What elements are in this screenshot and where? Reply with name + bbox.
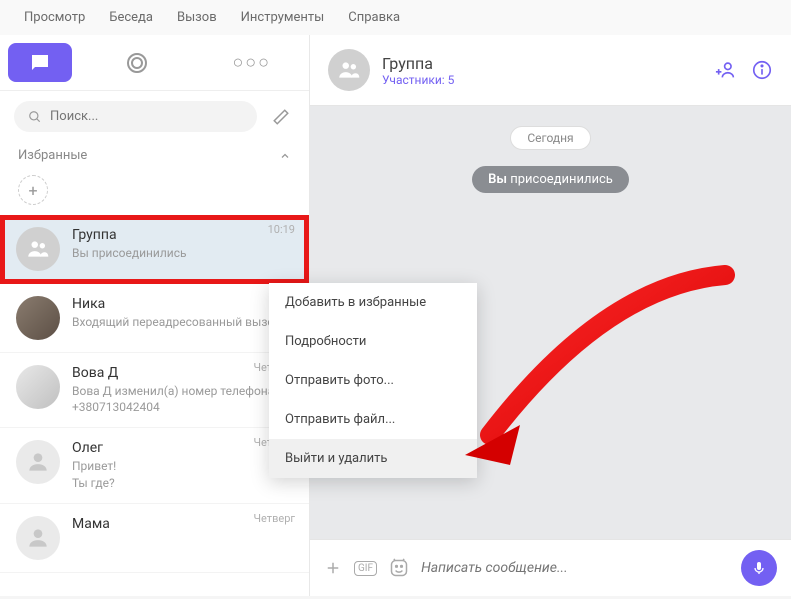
add-member-button[interactable] xyxy=(715,59,737,81)
chat-list: Группа Вы присоединились 10:19 Ника Вход… xyxy=(0,215,309,596)
target-icon xyxy=(125,51,149,75)
chat-item[interactable]: Вова Д Вова Д изменил(а) номер телефона … xyxy=(0,353,309,428)
menu-details[interactable]: Подробности xyxy=(269,322,477,361)
info-button[interactable] xyxy=(751,59,773,81)
chat-title: Группа xyxy=(382,54,703,73)
attach-button[interactable] xyxy=(324,559,342,577)
chat-name: Группа xyxy=(72,227,293,243)
tab-more[interactable]: ○○○ xyxy=(195,35,310,90)
menu-add-favorite[interactable]: Добавить в избранные xyxy=(269,283,477,322)
message-input[interactable] xyxy=(421,560,729,576)
chat-item-group[interactable]: Группа Вы присоединились 10:19 xyxy=(0,215,309,284)
search-input[interactable] xyxy=(50,109,243,124)
voice-button[interactable] xyxy=(741,550,777,586)
sticker-button[interactable] xyxy=(389,558,409,578)
chat-item[interactable]: Олег Привет! Ты где? Четверг xyxy=(0,428,309,503)
compose-button[interactable] xyxy=(267,103,295,131)
avatar xyxy=(16,296,60,340)
menu-send-photo[interactable]: Отправить фото... xyxy=(269,361,477,400)
menu-tools[interactable]: Инструменты xyxy=(241,10,325,25)
chat-preview: Вы присоединились xyxy=(72,245,293,261)
menu-call[interactable]: Вызов xyxy=(177,10,217,25)
search-icon xyxy=(28,110,42,124)
sticker-icon xyxy=(389,558,409,578)
add-favorite-button[interactable]: + xyxy=(18,175,48,205)
chat-item[interactable]: Ника Входящий переадресованный вызов xyxy=(0,284,309,353)
chat-name: Ника xyxy=(72,296,293,312)
menu-help[interactable]: Справка xyxy=(348,10,400,25)
person-icon xyxy=(25,449,51,475)
chat-item[interactable]: Мама Четверг xyxy=(0,504,309,573)
avatar xyxy=(328,49,370,91)
menu-view[interactable]: Просмотр xyxy=(24,10,85,25)
avatar xyxy=(16,440,60,484)
sidebar-tabs: ○○○ xyxy=(0,35,309,91)
chat-preview: Входящий переадресованный вызов xyxy=(72,314,293,330)
group-icon xyxy=(25,236,51,262)
plus-icon xyxy=(324,559,342,577)
menu-leave-delete[interactable]: Выйти и удалить xyxy=(269,439,477,478)
mic-icon xyxy=(751,560,767,576)
avatar xyxy=(16,227,60,271)
tab-public[interactable] xyxy=(80,35,195,90)
person-icon xyxy=(25,525,51,551)
group-icon xyxy=(336,57,362,83)
system-message: Вы присоединились xyxy=(472,166,629,193)
avatar xyxy=(16,365,60,409)
menu-send-file[interactable]: Отправить файл... xyxy=(269,400,477,439)
gif-button[interactable]: GIF xyxy=(354,561,377,576)
info-icon xyxy=(751,59,773,81)
chat-time: 10:19 xyxy=(268,223,295,236)
menu-bar: Просмотр Беседа Вызов Инструменты Справк… xyxy=(0,0,791,35)
favorites-header[interactable]: Избранные xyxy=(0,142,309,169)
date-separator: Сегодня xyxy=(510,126,590,150)
chat-subtitle[interactable]: Участники: 5 xyxy=(382,73,703,87)
context-menu: Добавить в избранные Подробности Отправи… xyxy=(269,283,477,478)
add-person-icon xyxy=(715,59,737,81)
chat-preview: Привет! Ты где? xyxy=(72,458,293,490)
chat-preview: Вова Д изменил(а) номер телефона на +380… xyxy=(72,383,293,415)
chat-bubble-icon xyxy=(28,51,52,75)
more-icon: ○○○ xyxy=(232,52,271,73)
menu-chat[interactable]: Беседа xyxy=(109,10,153,25)
chevron-up-icon xyxy=(279,150,291,162)
tab-chats[interactable] xyxy=(8,43,72,82)
favorites-label: Избранные xyxy=(18,148,87,163)
avatar xyxy=(16,516,60,560)
edit-icon xyxy=(272,108,290,126)
search-box[interactable] xyxy=(14,101,257,132)
chat-header: Группа Участники: 5 xyxy=(310,35,791,106)
message-composer: GIF xyxy=(310,539,791,596)
sidebar: ○○○ Избранные + Группа xyxy=(0,35,310,596)
chat-time: Четверг xyxy=(253,512,295,525)
